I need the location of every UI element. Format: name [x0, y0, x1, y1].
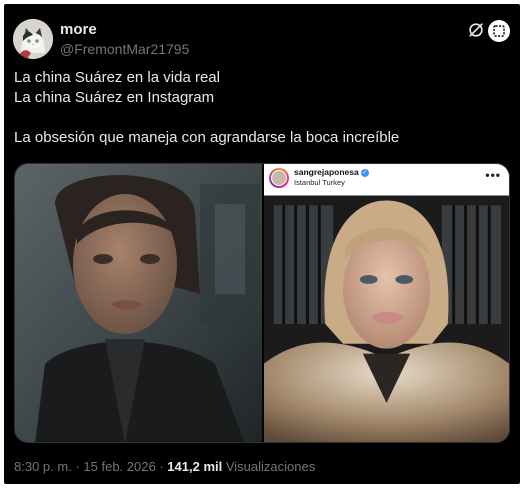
- grok-icon[interactable]: [466, 20, 486, 40]
- instagram-location: Istanbul Turkey: [294, 178, 345, 187]
- tweet-time[interactable]: 8:30 p. m.: [14, 459, 72, 474]
- tweet-date[interactable]: 15 feb. 2026: [83, 459, 155, 474]
- tweet-actions-top: [466, 20, 510, 42]
- instagram-avatar: [269, 168, 289, 188]
- instagram-username-text: sangrejaponesa: [294, 167, 359, 177]
- tweet-line: La obsesión que maneja con agrandarse la…: [14, 129, 400, 146]
- views-label: Visualizaciones: [225, 459, 316, 474]
- more-dots-icon: •••: [485, 168, 501, 182]
- tweet-meta: 8:30 p. m. · 15 feb. 2026 · 141,2 mil Vi…: [14, 459, 315, 475]
- media-photo-real-life[interactable]: [15, 164, 262, 442]
- views-count: 141,2 mil: [167, 459, 223, 474]
- avatar-cat-icon: [13, 19, 53, 59]
- tweet-text: La china Suárez en la vida real La china…: [14, 68, 504, 148]
- instagram-post-header: sangrejaponesa ✓ Istanbul Turkey •••: [264, 164, 509, 192]
- verified-badge-icon: ✓: [360, 168, 369, 177]
- tweet-media[interactable]: sangrejaponesa ✓ Istanbul Turkey •••: [14, 163, 510, 443]
- overlay-toggle-icon[interactable]: [488, 20, 510, 42]
- user-handle[interactable]: @FremontMar21795: [60, 40, 189, 58]
- display-name[interactable]: more: [60, 21, 97, 39]
- media-photo-instagram[interactable]: sangrejaponesa ✓ Istanbul Turkey •••: [262, 164, 509, 442]
- tweet-line: La china Suárez en Instagram: [14, 89, 215, 106]
- tweet-line: La china Suárez en la vida real: [14, 69, 220, 86]
- meta-separator: ·: [75, 459, 80, 474]
- avatar[interactable]: [13, 19, 53, 59]
- tweet-card: more @FremontMar21795 La china Suárez en…: [4, 4, 520, 484]
- meta-separator: ·: [159, 459, 164, 474]
- tweet-line: [14, 108, 504, 128]
- instagram-username: sangrejaponesa ✓: [294, 167, 369, 178]
